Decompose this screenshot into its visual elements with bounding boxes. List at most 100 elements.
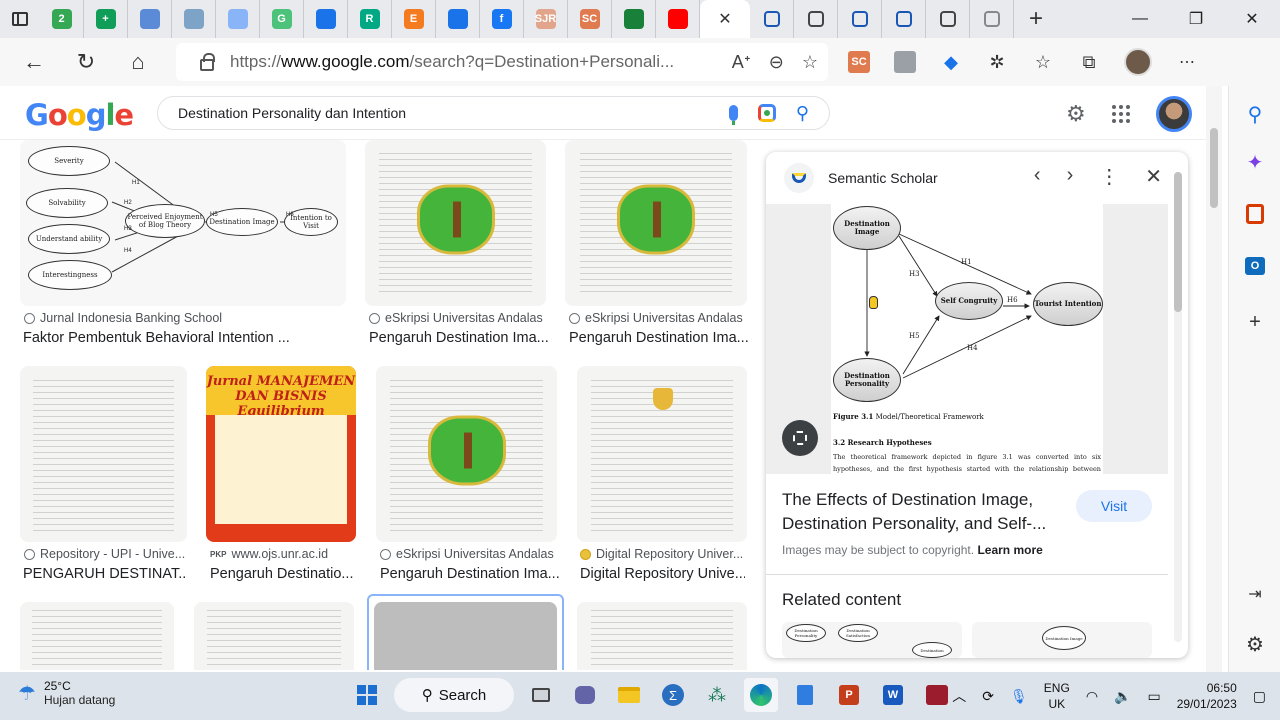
- favorites-icon[interactable]: ☆: [1032, 51, 1054, 73]
- new-tab-button[interactable]: +: [1014, 0, 1058, 38]
- read-aloud-icon[interactable]: Aᐩ: [732, 52, 751, 73]
- browser-tab[interactable]: [656, 0, 700, 38]
- zoom-out-icon[interactable]: ⊖: [769, 52, 784, 73]
- mendeley-app-icon[interactable]: [920, 678, 954, 712]
- sc-extension-icon[interactable]: SC: [848, 51, 870, 73]
- outlook-icon[interactable]: O: [1241, 252, 1269, 280]
- result-title[interactable]: PENGARUH DESTINAT...: [23, 566, 185, 582]
- google-apps-icon[interactable]: [1111, 105, 1130, 123]
- edge-browser-icon[interactable]: [744, 678, 778, 712]
- browser-tab[interactable]: [304, 0, 348, 38]
- browser-tab[interactable]: [882, 0, 926, 38]
- sidebar-settings-icon[interactable]: ⚙: [1241, 630, 1269, 658]
- search-box[interactable]: Destination Personality dan Intention ⚲: [157, 96, 830, 130]
- home-button[interactable]: ⌂: [112, 38, 164, 86]
- close-icon[interactable]: ✕: [1145, 164, 1162, 189]
- result-source[interactable]: eSkripsi Universitas Andalas: [380, 547, 560, 561]
- result-thumbnail[interactable]: Severity Solvability Understand ability …: [20, 140, 346, 306]
- clock[interactable]: 06:50 29/01/2023: [1177, 680, 1237, 712]
- browser-tab[interactable]: 2: [40, 0, 84, 38]
- settings-gear-icon[interactable]: ⚙: [1066, 101, 1086, 127]
- browser-tab[interactable]: [838, 0, 882, 38]
- browser-tab[interactable]: [750, 0, 794, 38]
- back-button[interactable]: ←: [8, 38, 60, 86]
- copilot-spark-icon[interactable]: ✦: [1241, 148, 1269, 176]
- word-icon[interactable]: W: [876, 678, 910, 712]
- maximize-button[interactable]: ❐: [1168, 0, 1224, 38]
- related-thumbnail[interactable]: Destination Image: [972, 622, 1152, 658]
- result-title[interactable]: Digital Repository Unive...: [580, 566, 745, 582]
- result-thumbnail[interactable]: [565, 140, 747, 306]
- result-source[interactable]: Jurnal Indonesia Banking School: [24, 311, 344, 325]
- show-hidden-icons[interactable]: ︿: [952, 686, 966, 706]
- notepad-icon[interactable]: [788, 678, 822, 712]
- previous-image-icon[interactable]: ‹: [1034, 164, 1041, 189]
- result-thumbnail[interactable]: [20, 366, 187, 542]
- result-source[interactable]: Repository - UPI - Unive...: [24, 547, 186, 561]
- page-scrollbar[interactable]: [1206, 86, 1222, 672]
- result-title[interactable]: Faktor Pembentuk Behavioral Intention ..…: [23, 330, 343, 346]
- powerpoint-icon[interactable]: P: [832, 678, 866, 712]
- split-screen-icon[interactable]: ⇥: [1241, 580, 1269, 608]
- result-title[interactable]: Pengaruh Destination Ima...: [380, 566, 560, 582]
- related-thumbnail[interactable]: Destination Personality Destination Sati…: [782, 622, 962, 658]
- browser-tab[interactable]: [172, 0, 216, 38]
- search-input[interactable]: Destination Personality dan Intention: [178, 105, 729, 121]
- result-thumbnail[interactable]: [577, 602, 747, 670]
- google-logo[interactable]: Google: [25, 98, 134, 132]
- refresh-button[interactable]: ↻: [60, 38, 112, 86]
- preview-source[interactable]: Semantic Scholar: [828, 170, 938, 186]
- close-tab-icon[interactable]: ✕: [718, 9, 731, 29]
- browser-tab[interactable]: [794, 0, 838, 38]
- task-view-icon[interactable]: [524, 678, 558, 712]
- result-title[interactable]: Pengaruh Destination Ima...: [569, 330, 749, 346]
- wifi-icon[interactable]: ◠: [1086, 688, 1098, 705]
- preview-scrollbar[interactable]: [1174, 172, 1182, 642]
- address-bar[interactable]: https://www.google.com/search?q=Destinat…: [176, 43, 828, 81]
- search-inside-image-button[interactable]: [782, 420, 818, 456]
- start-button[interactable]: [350, 678, 384, 712]
- office-icon[interactable]: [1241, 200, 1269, 228]
- browser-tab[interactable]: R: [348, 0, 392, 38]
- result-thumbnail[interactable]: [374, 602, 557, 670]
- preview-image[interactable]: Destination Image Self Congruity Tourist…: [766, 204, 1168, 474]
- sync-icon[interactable]: ⟳: [982, 688, 994, 705]
- teams-chat-icon[interactable]: [568, 678, 602, 712]
- browser-profile-avatar[interactable]: [1124, 48, 1152, 76]
- file-explorer-icon[interactable]: [612, 678, 646, 712]
- google-lens-icon[interactable]: [757, 104, 776, 122]
- mendeley-extension-icon[interactable]: [894, 51, 916, 73]
- microphone-icon[interactable]: [728, 105, 738, 125]
- browser-tab[interactable]: [216, 0, 260, 38]
- cap-extension-icon[interactable]: ◆: [940, 51, 962, 73]
- visit-button[interactable]: Visit: [1076, 490, 1152, 522]
- google-account-avatar[interactable]: [1155, 96, 1192, 132]
- active-browser-tab[interactable]: ✕: [700, 0, 750, 38]
- browser-tab[interactable]: SJR: [524, 0, 568, 38]
- browser-tab[interactable]: G: [260, 0, 304, 38]
- weather-widget[interactable]: ☂ 25°C Hujan datang: [18, 679, 115, 707]
- extensions-icon[interactable]: ✲: [986, 51, 1008, 73]
- microphone-tray-icon[interactable]: 🎙: [1010, 688, 1028, 705]
- result-thumbnail[interactable]: [365, 140, 546, 306]
- language-indicator[interactable]: ENG UK: [1044, 680, 1070, 712]
- next-image-icon[interactable]: ›: [1067, 164, 1074, 189]
- minimize-button[interactable]: —: [1112, 0, 1168, 38]
- browser-tab[interactable]: [128, 0, 172, 38]
- result-thumbnail[interactable]: [194, 602, 354, 670]
- result-title[interactable]: Pengaruh Destinatio...: [210, 566, 360, 582]
- taskbar-search-button[interactable]: ⚲ Search: [394, 678, 514, 712]
- learn-more-link[interactable]: Learn more: [977, 543, 1042, 557]
- battery-icon[interactable]: ▭: [1147, 688, 1160, 705]
- result-thumbnail[interactable]: [376, 366, 557, 542]
- volume-icon[interactable]: 🔈: [1114, 688, 1131, 705]
- result-source[interactable]: PKP www.ojs.unr.ac.id: [210, 547, 360, 561]
- sidebar-search-icon[interactable]: ⚲: [1241, 100, 1269, 128]
- network-app-icon[interactable]: ⁂: [700, 678, 734, 712]
- add-favorite-icon[interactable]: ☆: [802, 52, 818, 73]
- close-window-button[interactable]: ✕: [1224, 0, 1280, 38]
- more-menu-icon[interactable]: ⋯: [1176, 51, 1198, 73]
- url-text[interactable]: https://www.google.com/search?q=Destinat…: [230, 52, 690, 72]
- browser-tab[interactable]: [970, 0, 1014, 38]
- browser-tab[interactable]: [436, 0, 480, 38]
